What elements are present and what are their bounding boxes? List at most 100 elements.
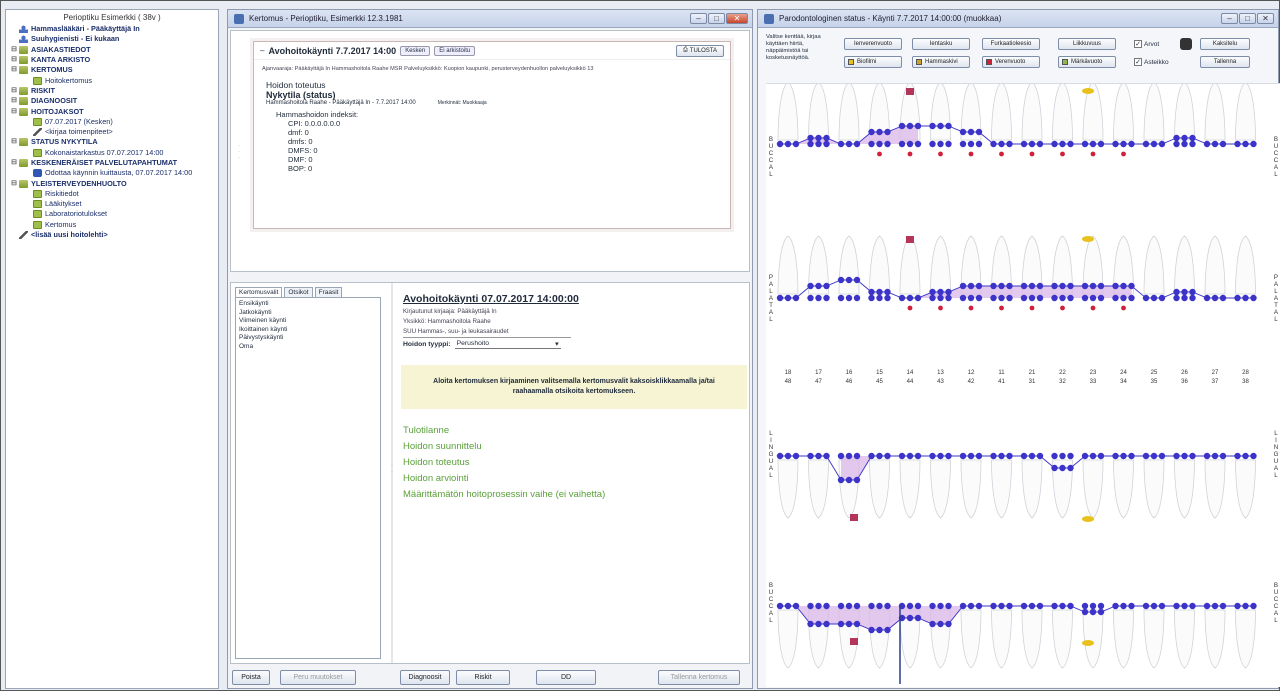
tree-node[interactable]: ⊟ STATUS NYKYTILA — [6, 137, 218, 147]
tree-node[interactable]: ⊟ YLEISTERVEYDENHUOLTO — [6, 178, 218, 188]
gingival-margin-dot — [1173, 294, 1180, 302]
checkbox-icon[interactable]: ✓ — [1134, 58, 1142, 66]
visit-card-viewport[interactable]: – Avohoitokäynti 7.7.2017 14:00 Kesken E… — [230, 30, 750, 272]
print-button-label: TULOSTA — [689, 47, 718, 54]
expand-icon[interactable]: ⊟ — [10, 137, 18, 147]
expand-icon[interactable]: ⊟ — [10, 107, 18, 117]
entry-heading-link[interactable]: Tulotilanne — [403, 423, 743, 439]
entry-heading-link[interactable]: Hoidon suunnittelu — [403, 439, 743, 455]
tree-node[interactable]: ⊟ DIAGNOOSIT — [6, 96, 218, 106]
expand-icon[interactable]: ⊟ — [10, 45, 18, 55]
tree-node[interactable]: ⊟ KANTA ARKISTO — [6, 55, 218, 65]
entry-pane[interactable]: Avohoitokäynti 07.07.2017 14:00:00 Kirja… — [403, 293, 743, 349]
tree-node[interactable]: ⊟ RISKIT — [6, 86, 218, 96]
close-button[interactable]: ✕ — [726, 13, 748, 24]
tree-node[interactable]: Riskitiedot — [6, 189, 218, 199]
check-arvot[interactable]: ✓ Arvot — [1134, 40, 1159, 48]
tab-kertomusvalit[interactable]: Kertomusvalit — [235, 287, 283, 297]
document-icon — [33, 220, 42, 229]
check-asteikko[interactable]: ✓ Asteikko — [1134, 58, 1169, 66]
list-item[interactable]: Ensikäynti — [236, 300, 380, 309]
tree-node[interactable]: Lääkitykset — [6, 199, 218, 209]
tab-fraasit[interactable]: Fraasit — [314, 287, 343, 297]
poista-button[interactable]: Poista — [232, 670, 270, 685]
folder-icon — [19, 159, 28, 167]
tree-node[interactable]: ⊟ ASIAKASTIEDOT — [6, 45, 218, 55]
list-item[interactable]: Jatkokäynti — [236, 309, 380, 318]
expand-icon[interactable]: ⊟ — [10, 179, 18, 189]
maximize-button-2[interactable]: □ — [1239, 13, 1256, 24]
perio-chart[interactable]: 18 48 17 47 16 46 15 45 14 44 13 43 12 42 11 41 21 31 22 32… — [766, 81, 1280, 688]
mode-button[interactable]: Liikkuvuus — [1058, 38, 1116, 50]
upper-tooth-number: 23 — [1090, 370, 1097, 376]
entry-heading-link[interactable]: Hoidon arviointi — [403, 471, 743, 487]
expand-icon[interactable]: ⊟ — [10, 65, 18, 75]
upper-tooth-number: 28 — [1242, 370, 1249, 376]
tree-node[interactable]: 07.07.2017 (Kesken) — [6, 117, 218, 127]
document-icon — [33, 189, 42, 198]
marker-chip[interactable]: Hammaskivi — [912, 56, 970, 68]
buccal-side-label: B U C C A L — [768, 582, 774, 624]
kaksitelu-button[interactable]: Kaksitelu — [1200, 38, 1250, 50]
tallenna-kertomus-button[interactable]: Tallenna kertomus — [658, 670, 740, 685]
tree-node[interactable]: Kokonaistarkastus 07.07.2017 14:00 — [6, 148, 218, 158]
tree-node[interactable]: Suuhygienisti - Ei kukaan — [6, 34, 218, 44]
entry-heading-link[interactable]: Hoidon toteutus — [403, 455, 743, 471]
tree-node[interactable]: Kertomus — [6, 220, 218, 230]
expand-icon[interactable]: ⊟ — [10, 86, 18, 96]
color-swatch-icon — [1062, 59, 1068, 65]
expand-icon[interactable]: ⊟ — [10, 96, 18, 106]
tree-node[interactable]: ⊟ KESKENERÄISET PALVELUTAPAHTUMAT — [6, 158, 218, 168]
print-button[interactable]: ⎙ TULOSTA — [676, 44, 724, 57]
tree-node[interactable]: ⊟ HOITOJAKSOT — [6, 106, 218, 116]
marker-chip[interactable]: Verenvuoto — [982, 56, 1040, 68]
tree-node[interactable]: Laboratoriotulokset — [6, 209, 218, 219]
expand-icon[interactable]: ⊟ — [10, 158, 18, 168]
checkbox-icon[interactable]: ✓ — [1134, 40, 1142, 48]
tree-node[interactable]: Odottaa käynnin kuittausta, 07.07.2017 1… — [6, 168, 218, 178]
marker-chip-label: Verenvuoto — [995, 59, 1026, 65]
mode-button[interactable]: Furkaatioleesio — [982, 38, 1040, 50]
upper-tooth-number: 24 — [1120, 370, 1127, 376]
diagnoosit-button[interactable]: Diagnoosit — [400, 670, 450, 685]
splitter-grip-icon-2[interactable]: · · · — [391, 463, 393, 481]
palatal-side-label: P A L A T A L — [1273, 274, 1279, 323]
minimize-button-2[interactable]: – — [1221, 13, 1238, 24]
list-item[interactable]: Päivystyskäynti — [236, 334, 380, 343]
tooth-outline — [1143, 235, 1165, 295]
tallenna-button[interactable]: Tallenna — [1200, 56, 1250, 68]
peru-button[interactable]: Peru muutokset — [280, 670, 356, 685]
hoidon-tyyppi-select[interactable]: Perushoito ▾ — [454, 340, 561, 349]
collapse-icon[interactable]: – — [260, 46, 264, 55]
marker-chip[interactable]: Märkävuoto — [1058, 56, 1116, 68]
tree-node-label: Kertomus — [45, 219, 77, 229]
tooth-outline — [838, 235, 860, 295]
mode-button[interactable]: Ienverenvuoto — [844, 38, 902, 50]
mode-button[interactable]: Ientasku — [912, 38, 970, 50]
maximize-button[interactable]: □ — [708, 13, 725, 24]
tree-node[interactable]: <lisää uusi hoitolehti> — [6, 230, 218, 240]
expand-icon[interactable]: ⊟ — [10, 55, 18, 65]
tree-node[interactable]: ⊟ KERTOMUS — [6, 65, 218, 75]
list-item[interactable]: Oma — [236, 343, 380, 352]
marker-chip[interactable]: Biofilmi — [844, 56, 902, 68]
list-item[interactable]: Viimeinen käynti — [236, 317, 380, 326]
list-item[interactable]: Ikoittainen käynti — [236, 326, 380, 335]
entry-heading-link[interactable]: Määrittämätön hoitoprosessin vaihe (ei v… — [403, 487, 743, 503]
riskit-button[interactable]: Riskit — [456, 670, 510, 685]
tooth-outline — [1235, 459, 1256, 519]
tooth-outline — [899, 459, 921, 519]
tooth-outline — [1021, 81, 1043, 141]
printer-icon: ⎙ — [682, 47, 688, 53]
minimize-button[interactable]: – — [690, 13, 707, 24]
camera-icon[interactable] — [1180, 38, 1192, 50]
tree-node[interactable]: Hammaslääkäri - Pääkäyttäjä In — [6, 24, 218, 34]
dd-button[interactable]: DD — [536, 670, 596, 685]
bleeding-marker — [1121, 151, 1126, 157]
perio-chart-svg[interactable]: 18 48 17 47 16 46 15 45 14 44 13 43 12 42 11 41 21 31 22 32… — [766, 81, 1280, 688]
close-button-2[interactable]: ✕ — [1257, 13, 1274, 24]
tab-otsikot[interactable]: Otsikot — [284, 287, 313, 297]
tree-node[interactable]: Hoitokertomus — [6, 75, 218, 85]
splitter-grip-icon[interactable]: · · · — [238, 143, 240, 161]
tree-node[interactable]: <kirjaa toimenpiteet> — [6, 127, 218, 137]
